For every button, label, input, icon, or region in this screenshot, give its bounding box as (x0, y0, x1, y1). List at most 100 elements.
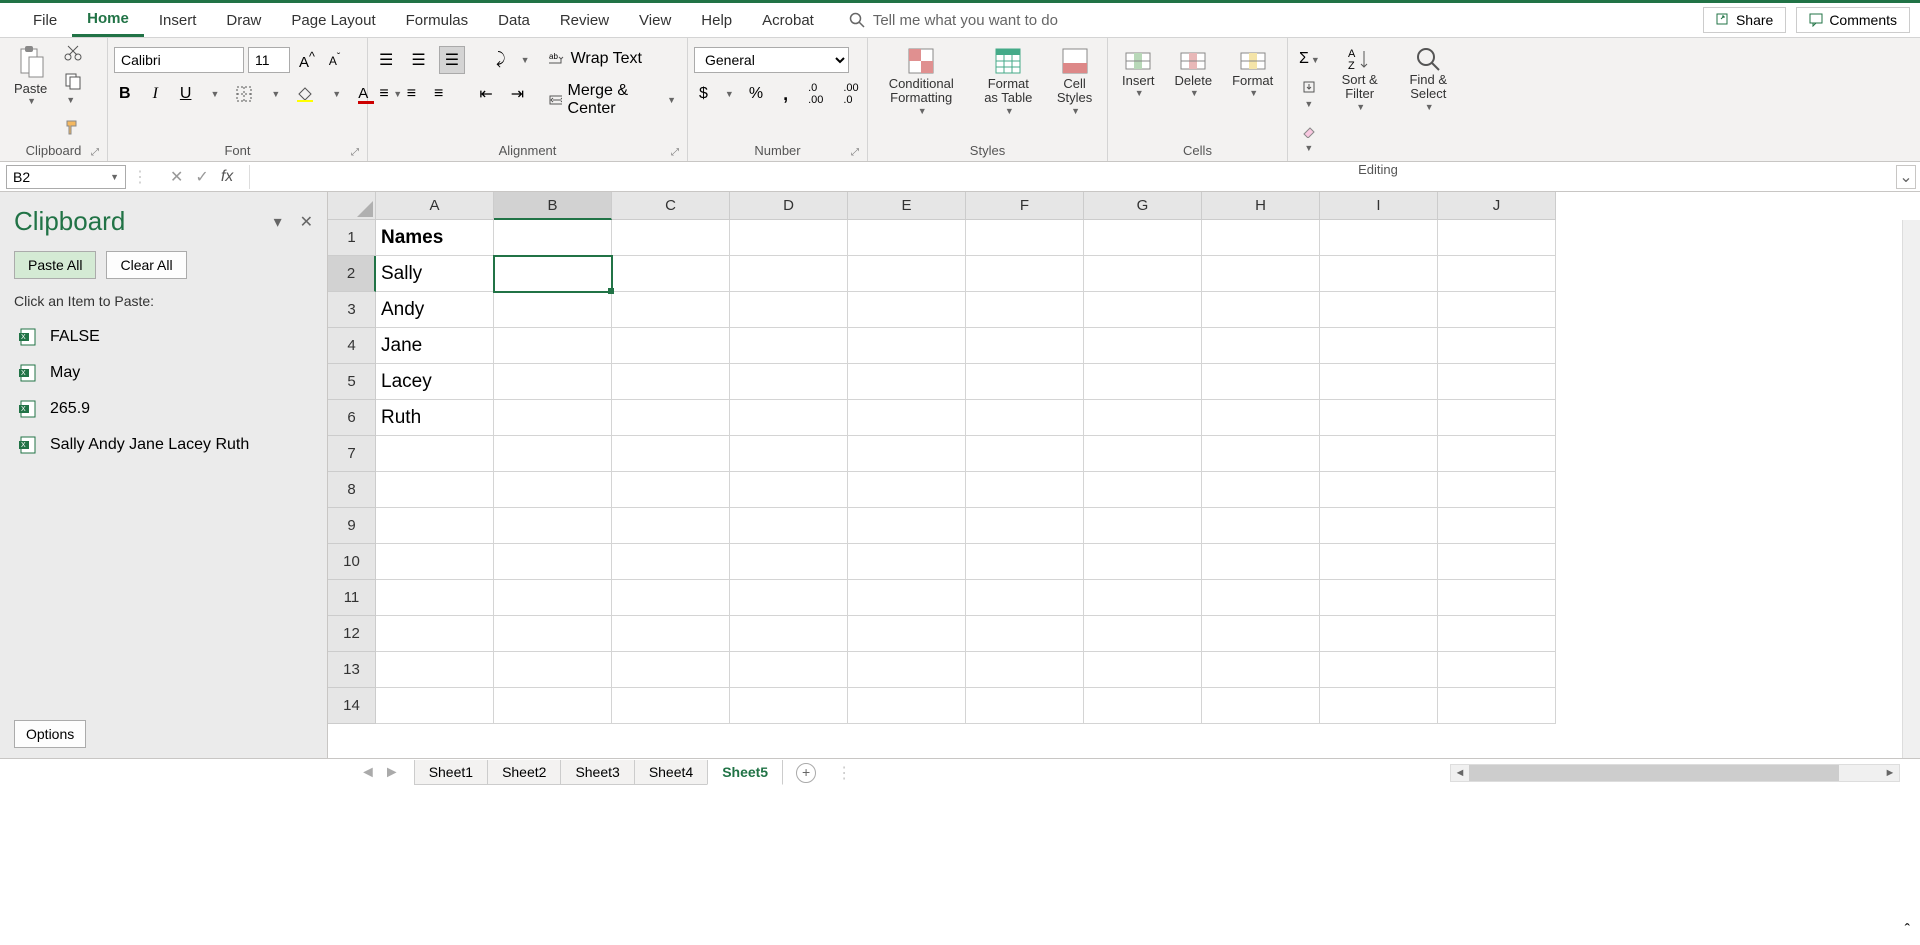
cell-E8[interactable] (848, 472, 966, 508)
clipboard-item[interactable]: XSally Andy Jane Lacey Ruth (14, 427, 313, 463)
formula-expand-button[interactable]: ⌄ (1896, 165, 1916, 189)
cell-H13[interactable] (1202, 652, 1320, 688)
cell-H10[interactable] (1202, 544, 1320, 580)
horizontal-scrollbar[interactable]: ◄ ► (1450, 764, 1900, 782)
cell-E6[interactable] (848, 400, 966, 436)
cell-G11[interactable] (1084, 580, 1202, 616)
cell-H2[interactable] (1202, 256, 1320, 292)
cell-I2[interactable] (1320, 256, 1438, 292)
bold-button[interactable]: B (114, 82, 136, 106)
clipboard-item[interactable]: XFALSE (14, 319, 313, 355)
cell-G10[interactable] (1084, 544, 1202, 580)
cell-C3[interactable] (612, 292, 730, 328)
cell-B13[interactable] (494, 652, 612, 688)
align-bottom-button[interactable]: ☰ (439, 46, 465, 74)
clipboard-options-button[interactable]: Options (14, 720, 86, 748)
tab-home[interactable]: Home (72, 3, 144, 37)
cell-C11[interactable] (612, 580, 730, 616)
format-cells-button[interactable]: Format▼ (1224, 41, 1281, 102)
tab-file[interactable]: File (18, 5, 72, 36)
cell-C8[interactable] (612, 472, 730, 508)
cell-H4[interactable] (1202, 328, 1320, 364)
tab-review[interactable]: Review (545, 5, 624, 36)
decrease-indent-button[interactable]: ⇤ (474, 81, 497, 107)
cell-I14[interactable] (1320, 688, 1438, 724)
cell-D13[interactable] (730, 652, 848, 688)
cell-A2[interactable]: Sally (376, 256, 494, 292)
cell-C12[interactable] (612, 616, 730, 652)
cell-F12[interactable] (966, 616, 1084, 652)
cell-A9[interactable] (376, 508, 494, 544)
scroll-left-button[interactable]: ◄ (1451, 767, 1469, 779)
cell-J9[interactable] (1438, 508, 1556, 544)
cell-F10[interactable] (966, 544, 1084, 580)
cell-B9[interactable] (494, 508, 612, 544)
column-header-B[interactable]: B (494, 192, 612, 220)
fill-button[interactable]: ▼ (1297, 77, 1321, 115)
spreadsheet-grid[interactable]: ABCDEFGHIJ1Names2Sally3Andy4Jane5Lacey6R… (328, 192, 1920, 758)
cell-G12[interactable] (1084, 616, 1202, 652)
number-launcher[interactable]: ⤢ (851, 147, 859, 158)
cell-I10[interactable] (1320, 544, 1438, 580)
cell-D14[interactable] (730, 688, 848, 724)
row-header-12[interactable]: 12 (328, 616, 376, 652)
cell-G3[interactable] (1084, 292, 1202, 328)
increase-decimal-button[interactable]: .0.00 (803, 79, 828, 109)
share-button[interactable]: Share (1703, 7, 1786, 33)
cell-J13[interactable] (1438, 652, 1556, 688)
name-box[interactable]: B2▼ (6, 165, 126, 189)
clipboard-item[interactable]: XMay (14, 355, 313, 391)
row-header-4[interactable]: 4 (328, 328, 376, 364)
cell-B4[interactable] (494, 328, 612, 364)
cell-D11[interactable] (730, 580, 848, 616)
add-sheet-button[interactable]: + (796, 763, 816, 783)
cell-F8[interactable] (966, 472, 1084, 508)
column-header-H[interactable]: H (1202, 192, 1320, 220)
cell-F14[interactable] (966, 688, 1084, 724)
sheet-tab-sheet4[interactable]: Sheet4 (634, 760, 708, 785)
cell-F1[interactable] (966, 220, 1084, 256)
cell-H11[interactable] (1202, 580, 1320, 616)
cell-H1[interactable] (1202, 220, 1320, 256)
fx-button[interactable]: fx (221, 168, 233, 186)
cell-H9[interactable] (1202, 508, 1320, 544)
cell-C14[interactable] (612, 688, 730, 724)
cell-C7[interactable] (612, 436, 730, 472)
cell-A4[interactable]: Jane (376, 328, 494, 364)
cell-D9[interactable] (730, 508, 848, 544)
cell-E13[interactable] (848, 652, 966, 688)
cell-I4[interactable] (1320, 328, 1438, 364)
cell-E11[interactable] (848, 580, 966, 616)
cell-C4[interactable] (612, 328, 730, 364)
cell-E1[interactable] (848, 220, 966, 256)
cell-I11[interactable] (1320, 580, 1438, 616)
cell-A8[interactable] (376, 472, 494, 508)
cell-F6[interactable] (966, 400, 1084, 436)
tab-data[interactable]: Data (483, 5, 545, 36)
cell-B5[interactable] (494, 364, 612, 400)
cell-E10[interactable] (848, 544, 966, 580)
align-top-button[interactable]: ☰ (374, 47, 398, 73)
clipboard-item[interactable]: X265.9 (14, 391, 313, 427)
cell-J6[interactable] (1438, 400, 1556, 436)
cell-C2[interactable] (612, 256, 730, 292)
tab-insert[interactable]: Insert (144, 5, 212, 36)
cell-J12[interactable] (1438, 616, 1556, 652)
copy-button[interactable]: ▼ (59, 69, 87, 111)
cell-F13[interactable] (966, 652, 1084, 688)
cell-C10[interactable] (612, 544, 730, 580)
cell-D5[interactable] (730, 364, 848, 400)
cell-I13[interactable] (1320, 652, 1438, 688)
borders-button[interactable] (231, 83, 257, 105)
column-header-G[interactable]: G (1084, 192, 1202, 220)
cell-E5[interactable] (848, 364, 966, 400)
cell-B11[interactable] (494, 580, 612, 616)
alignment-launcher[interactable]: ⤢ (671, 147, 679, 158)
cell-B10[interactable] (494, 544, 612, 580)
cell-G13[interactable] (1084, 652, 1202, 688)
cell-J1[interactable] (1438, 220, 1556, 256)
cell-D12[interactable] (730, 616, 848, 652)
cell-B6[interactable] (494, 400, 612, 436)
cut-button[interactable] (59, 41, 87, 65)
cell-G14[interactable] (1084, 688, 1202, 724)
